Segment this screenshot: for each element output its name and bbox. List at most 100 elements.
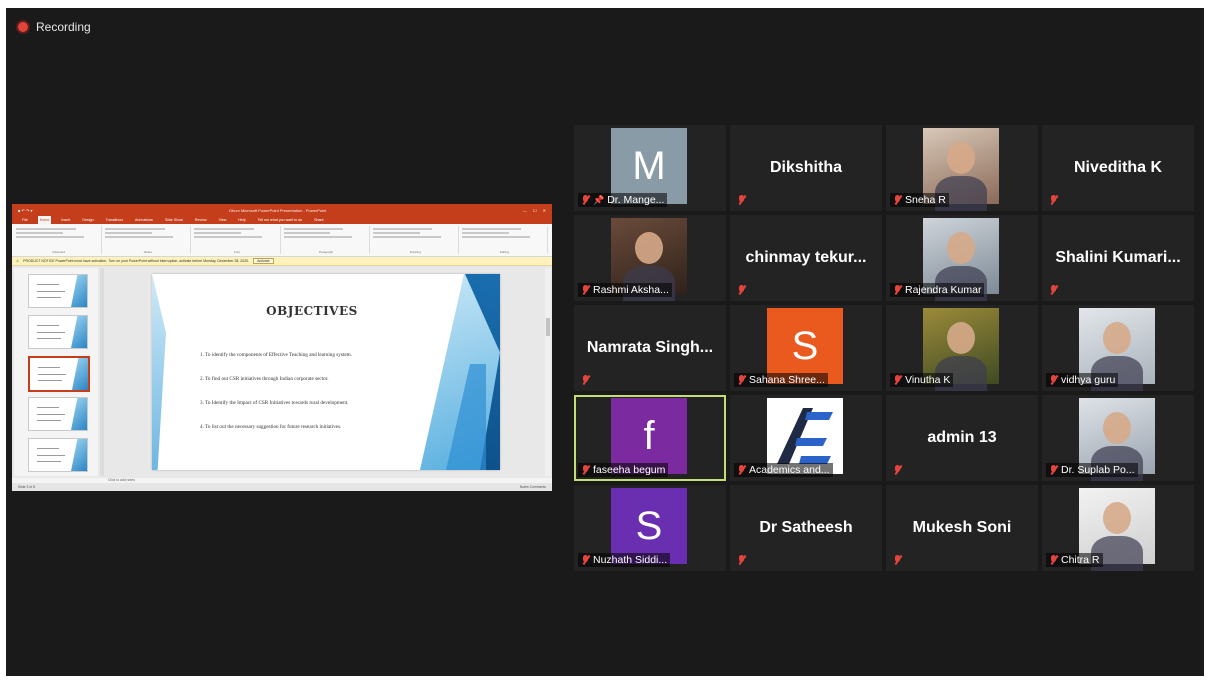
participant-tile[interactable]: Academics and... [730, 395, 882, 481]
pin-icon: 📌 [593, 194, 605, 205]
recording-indicator[interactable]: Recording [18, 20, 91, 34]
slide-thumbnail[interactable] [28, 397, 88, 431]
muted-mic-icon [893, 374, 902, 386]
ribbon-tab[interactable]: View [217, 216, 229, 224]
participant-tile[interactable]: vidhya guru [1042, 305, 1194, 391]
participant-tile[interactable]: f faseeha begum [574, 395, 726, 481]
muted-mic-icon [737, 195, 746, 206]
status-bar: Slide 3 of 8 Notes Comments [12, 483, 552, 491]
participant-tile[interactable]: S Nuzhath Siddi... [574, 485, 726, 571]
ribbon-tab[interactable]: Help [236, 216, 247, 224]
warning-icon: ⚠ [16, 259, 20, 263]
participant-label: Sneha R [890, 193, 949, 207]
ribbon-tab[interactable]: File [20, 216, 30, 224]
participant-tile[interactable]: Sneha R [886, 125, 1038, 211]
participant-tile[interactable]: M 📌 Dr. Mange... [574, 125, 726, 211]
participant-label: Nuzhath Siddi... [578, 553, 671, 567]
participant-name: Vinutha K [905, 374, 951, 386]
slide-thumbnail[interactable] [28, 356, 90, 392]
participant-tile[interactable]: Mukesh Soni [886, 485, 1038, 571]
ribbon-group[interactable]: Clipboard [16, 226, 103, 254]
ribbon-tab[interactable]: Slide Show [163, 216, 185, 224]
participant-tile[interactable]: Rashmi Aksha... [574, 215, 726, 301]
current-slide[interactable]: OBJECTIVES 1. To identify the components… [152, 274, 500, 470]
participant-display-name: admin 13 [927, 429, 997, 446]
slide-thumbnail[interactable] [28, 274, 88, 308]
record-icon [18, 22, 28, 32]
quick-access-icons: ■ ↶ ↷ ▾ [18, 207, 33, 213]
ribbon-group-label: Paragraph [319, 250, 334, 254]
muted-mic-icon [581, 464, 590, 476]
participant-name: vidhya guru [1061, 374, 1116, 386]
editor-area: OBJECTIVES 1. To identify the components… [12, 266, 552, 491]
activate-button[interactable]: Activate [253, 258, 274, 264]
slide-thumbnails[interactable] [14, 268, 98, 491]
slide-thumbnail[interactable] [28, 438, 88, 472]
participant-label [890, 554, 905, 567]
participant-tile[interactable]: chinmay tekur... [730, 215, 882, 301]
participant-tile[interactable]: Dikshitha [730, 125, 882, 211]
participant-label [734, 554, 749, 567]
objective-item: 3. To Identify the Impact of CSR Initiat… [200, 400, 349, 406]
participant-tile[interactable]: Shalini Kumari... [1042, 215, 1194, 301]
ribbon-group-label: Slides [143, 250, 152, 254]
ribbon-tab[interactable]: Review [193, 216, 209, 224]
participant-name: Dr. Suplab Po... [1061, 464, 1135, 476]
participant-tile[interactable]: Vinutha K [886, 305, 1038, 391]
ribbon-group[interactable]: Font [194, 226, 281, 254]
objective-item: 1. To identify the components of Effecti… [200, 352, 352, 358]
ribbon-tab[interactable]: Design [80, 216, 95, 224]
muted-mic-icon [581, 375, 590, 386]
participant-display-name: Niveditha K [1073, 159, 1162, 176]
participant-tile[interactable]: Chitra R [1042, 485, 1194, 571]
muted-mic-icon [893, 194, 902, 206]
participant-tile[interactable]: Dr. Suplab Po... [1042, 395, 1194, 481]
product-notice-bar: ⚠ PRODUCT NOTICE PowerPoint must have ac… [12, 257, 552, 266]
ribbon-tab[interactable]: Animations [133, 216, 155, 224]
participant-tile[interactable]: Niveditha K [1042, 125, 1194, 211]
ribbon-group-label: Editing [499, 250, 510, 254]
shared-screen: ■ ↶ ↷ ▾ Dhurv Microsoft PowerPoint Prese… [12, 204, 552, 491]
window-title: Dhurv Microsoft PowerPoint Presentation … [229, 207, 327, 213]
ribbon-tab[interactable]: Home [37, 216, 52, 224]
ribbon-group[interactable]: Slides [105, 226, 192, 254]
ribbon-tabs: File Home Insert Design Transitions Animation… [12, 216, 552, 224]
window-controls[interactable]: — ☐ ✕ [523, 208, 546, 213]
participant-display-name: Dikshitha [769, 159, 842, 176]
ribbon-group[interactable]: Paragraph [283, 226, 370, 254]
ribbon-tab[interactable]: Tell me what you want to do [256, 216, 304, 224]
ribbon-tab[interactable]: Insert [59, 216, 72, 224]
slide-title: OBJECTIVES [266, 304, 358, 318]
thumbnail-scrollbar[interactable] [100, 268, 104, 476]
muted-mic-icon [581, 554, 590, 566]
participant-label [1046, 284, 1061, 297]
participant-label [1046, 194, 1061, 207]
participant-display-name: chinmay tekur... [745, 249, 867, 266]
ribbon-group[interactable]: Editing [461, 226, 549, 254]
ribbon-tab[interactable]: Share [312, 216, 326, 224]
slide-thumbnail[interactable] [28, 315, 88, 349]
meeting-window: Recording ■ ↶ ↷ ▾ Dhurv Microsoft PowerP… [6, 8, 1204, 676]
view-controls[interactable]: Notes Comments [520, 485, 546, 489]
participant-tile[interactable]: Dr Satheesh [730, 485, 882, 571]
ribbon-group-label: Drawing [409, 250, 421, 254]
ribbon-group[interactable]: Drawing [372, 226, 459, 254]
muted-mic-icon [581, 194, 590, 206]
slide-scrollbar[interactable] [545, 268, 551, 476]
participant-label: faseeha begum [578, 463, 669, 477]
ribbon-group-label: Font [233, 250, 240, 254]
participant-name: Rajendra Kumar [905, 284, 982, 296]
participant-tile[interactable]: S Sahana Shree... [730, 305, 882, 391]
participant-tile[interactable]: Rajendra Kumar [886, 215, 1038, 301]
participant-name: Chitra R [1061, 554, 1100, 566]
muted-mic-icon [893, 465, 902, 476]
participant-label [890, 464, 905, 477]
participant-label: 📌 Dr. Mange... [578, 193, 668, 207]
muted-mic-icon [1049, 374, 1058, 386]
participant-label: Rashmi Aksha... [578, 283, 672, 297]
participant-tile[interactable]: admin 13 [886, 395, 1038, 481]
participant-tile[interactable]: Namrata Singh... [574, 305, 726, 391]
muted-mic-icon [1049, 554, 1058, 566]
ribbon-tab[interactable]: Transitions [104, 216, 125, 224]
muted-mic-icon [737, 285, 746, 296]
